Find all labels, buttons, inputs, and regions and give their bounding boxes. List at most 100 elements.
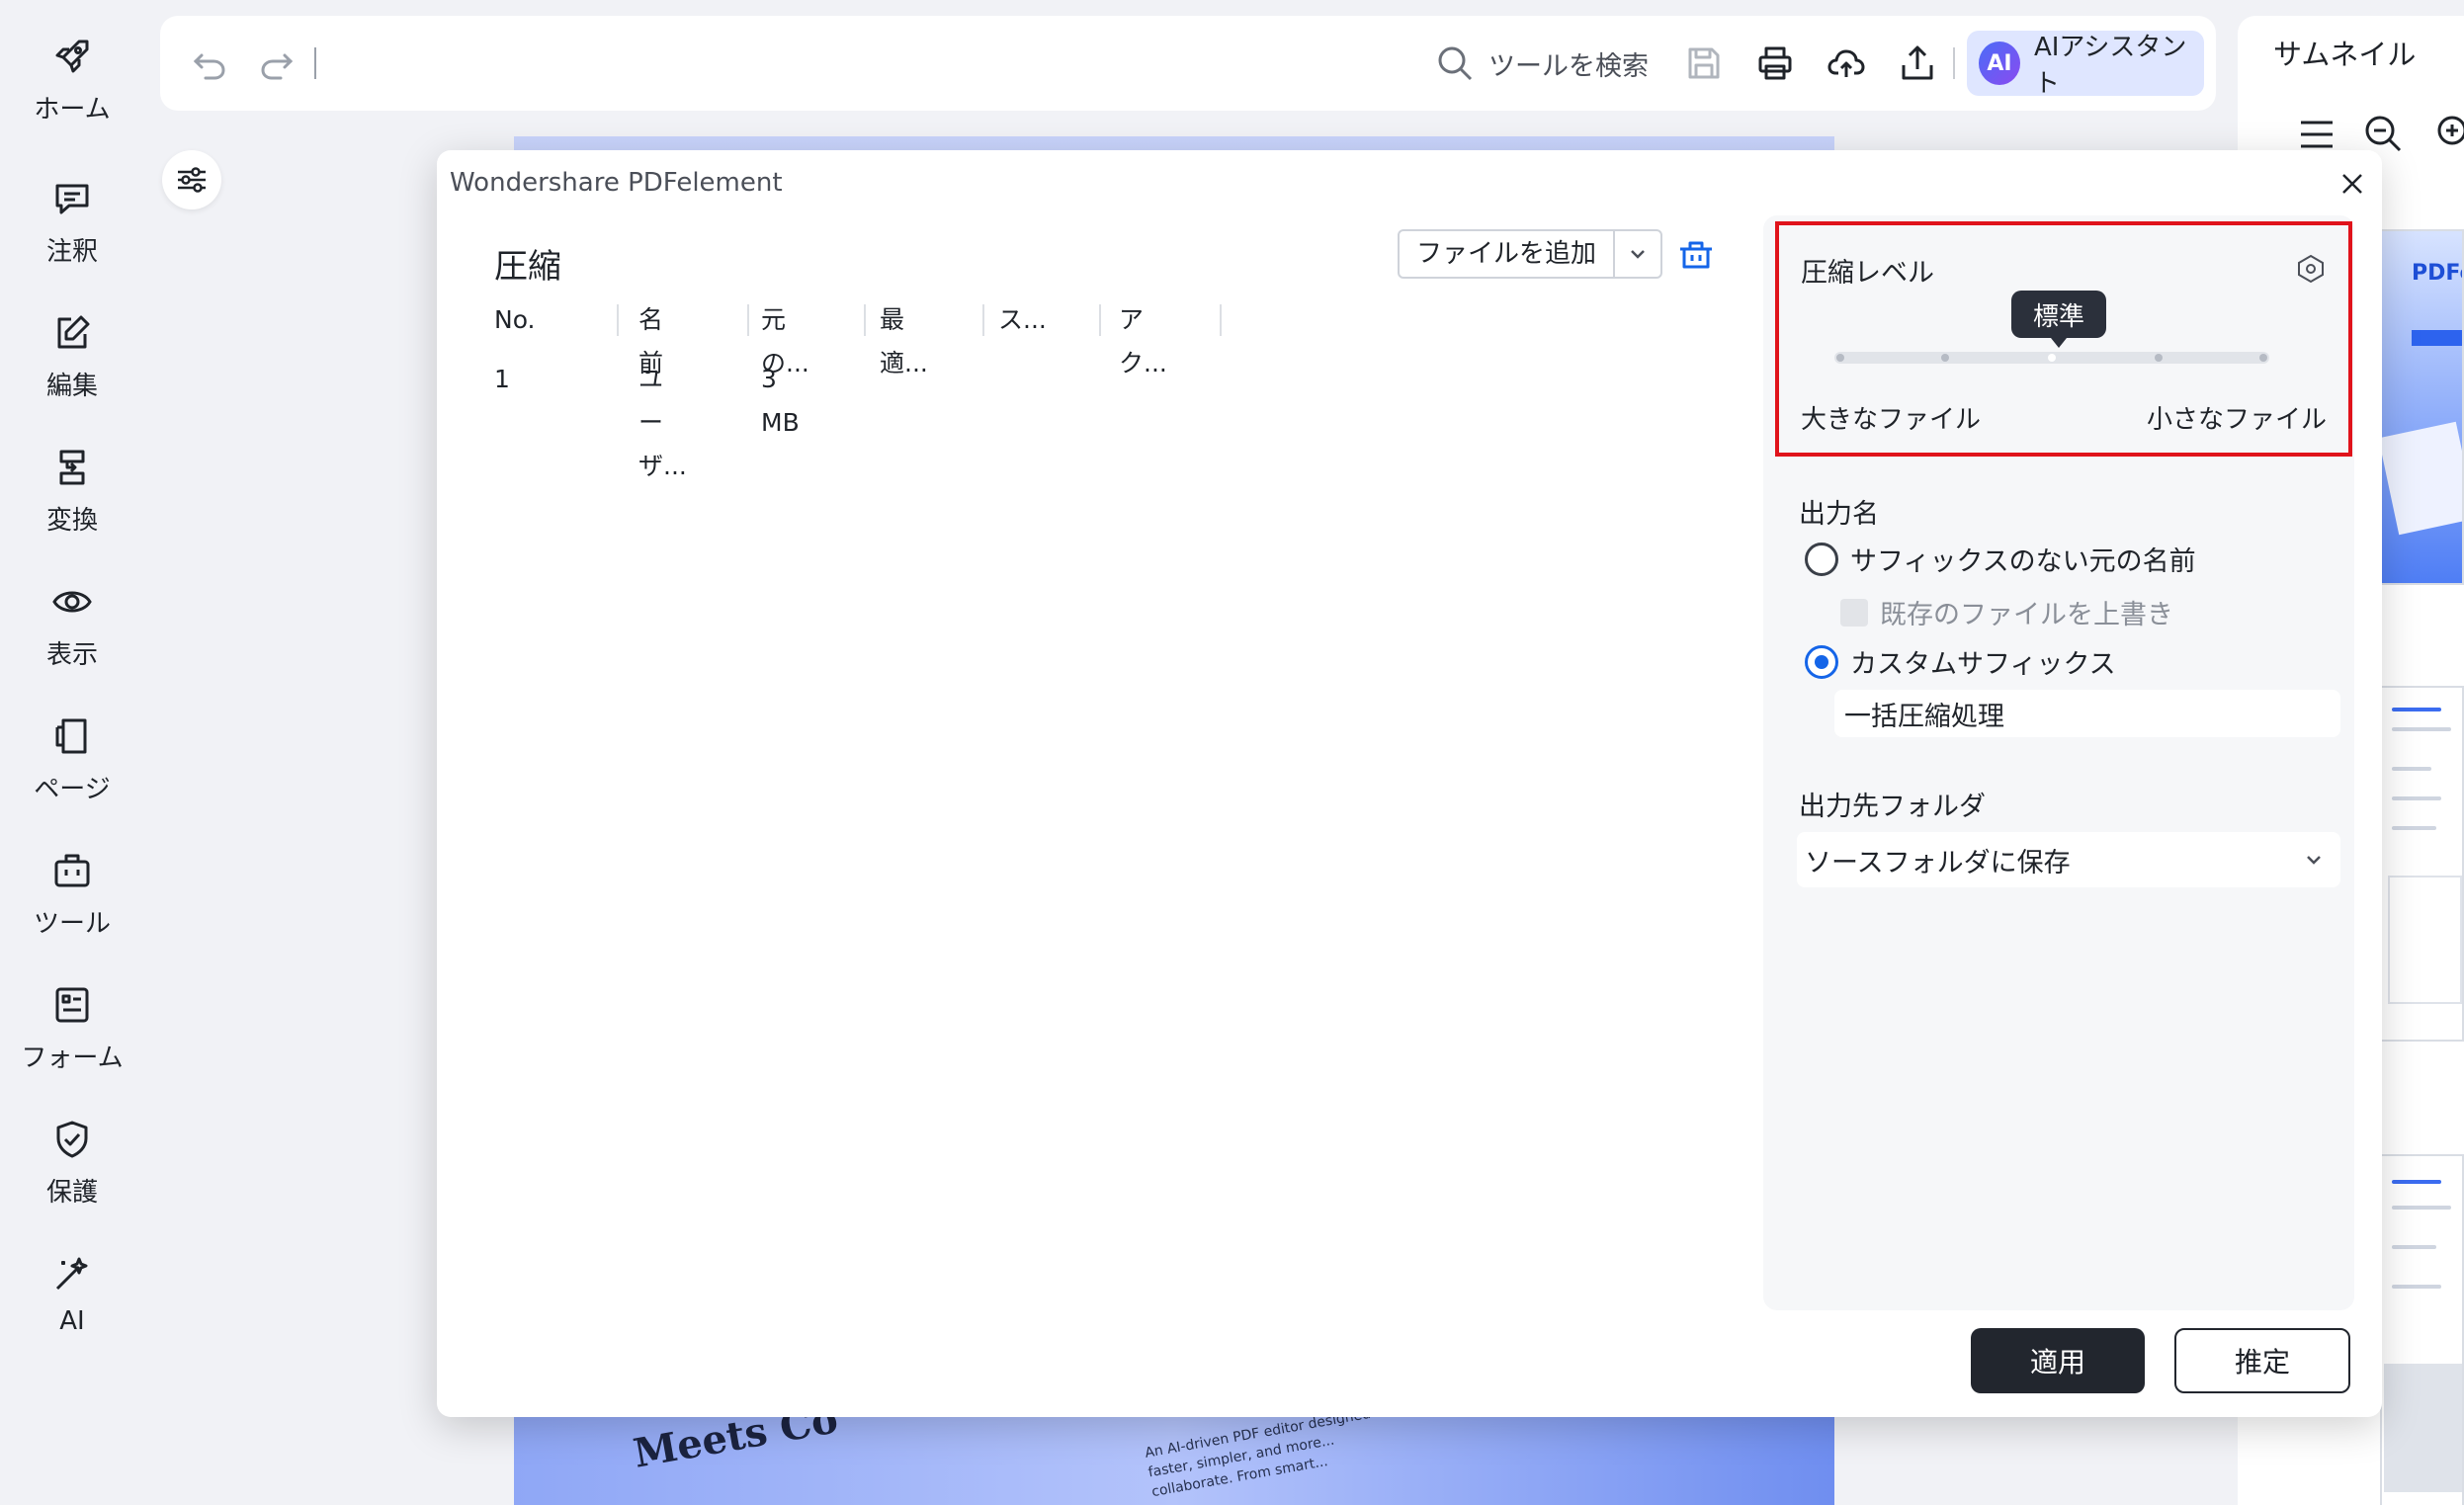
zoom-in-icon[interactable] xyxy=(2431,113,2464,154)
nav-label: 注釈 xyxy=(45,237,98,267)
toolbar-divider xyxy=(314,47,316,79)
radio-label: カスタムサフィックス xyxy=(1850,649,2116,680)
undo-icon xyxy=(193,53,225,80)
cell-original-size: 3 MB xyxy=(761,365,800,437)
nav-tools[interactable]: ツール xyxy=(0,850,144,968)
menu-icon[interactable] xyxy=(2297,115,2337,154)
radio-button-selected[interactable] xyxy=(1805,644,1838,679)
share-icon xyxy=(1902,45,1933,80)
filter-settings-button[interactable] xyxy=(162,150,221,209)
add-file-label: ファイルを追加 xyxy=(1400,231,1615,277)
nav-label: フォーム xyxy=(21,1044,124,1073)
compression-level-section: 圧縮レベル 標準 大きなファイル 小さなファイル xyxy=(1775,221,2352,457)
nav-edit[interactable]: 編集 xyxy=(0,312,144,431)
cell-name: ユーザ... xyxy=(638,365,687,480)
ai-assistant-label: AIアシスタント xyxy=(2033,33,2187,99)
column-header[interactable]: 最適... xyxy=(880,298,928,377)
nav-label: 保護 xyxy=(45,1178,98,1208)
shield-icon xyxy=(56,1121,88,1158)
nav-ai[interactable]: AI xyxy=(0,1253,144,1372)
column-header[interactable]: 名前 xyxy=(638,298,663,377)
large-file-label: 大きなファイル xyxy=(1801,405,1982,435)
small-file-label: 小さなファイル xyxy=(2146,405,2327,435)
redo-button[interactable] xyxy=(249,36,304,91)
add-file-button[interactable]: ファイルを追加 xyxy=(1398,229,1662,279)
edit-icon xyxy=(57,315,90,349)
close-icon[interactable] xyxy=(2337,168,2368,200)
slider-tick[interactable] xyxy=(2155,354,2163,362)
radio-button[interactable] xyxy=(1805,542,1838,576)
thumb-text: PDFe xyxy=(2412,261,2462,286)
nav-label: 編集 xyxy=(45,372,98,401)
print-button[interactable] xyxy=(1747,36,1803,91)
nav-convert[interactable]: 変換 xyxy=(0,447,144,565)
chevron-down-icon xyxy=(1631,250,1645,259)
nav-form[interactable]: フォーム xyxy=(0,984,144,1103)
radio-custom-suffix[interactable]: カスタムサフィックス xyxy=(1805,642,2116,681)
output-name-title: 出力名 xyxy=(1799,499,1879,530)
add-file-dropdown[interactable] xyxy=(1615,244,1660,264)
nav-view[interactable]: 表示 xyxy=(0,581,144,700)
destination-value: ソースフォルダに保存 xyxy=(1805,847,2071,878)
destination-title: 出力先フォルダ xyxy=(1799,792,1986,822)
compression-level-title: 圧縮レベル xyxy=(1801,258,1934,289)
magic-wand-icon xyxy=(55,1257,88,1291)
dialog-heading: 圧縮 xyxy=(494,247,561,287)
tool-search[interactable]: ツールを検索 xyxy=(1435,40,1649,87)
slider-tick[interactable] xyxy=(1836,354,1844,362)
nav-home[interactable]: ホーム xyxy=(0,36,144,154)
column-header[interactable]: No. xyxy=(494,298,536,342)
slider-thumb[interactable] xyxy=(2048,354,2056,362)
column-header[interactable]: アク... xyxy=(1119,298,1167,377)
rocket-icon xyxy=(55,40,89,73)
thumb-card xyxy=(2384,1364,2462,1492)
nav-label: 変換 xyxy=(45,506,98,536)
slider-tick[interactable] xyxy=(1941,354,1949,362)
suffix-input[interactable] xyxy=(1834,690,2340,737)
document-page-bottom: Meets Co An AI-driven PDF editor designe… xyxy=(514,1403,1834,1505)
nav-label: ツール xyxy=(33,909,111,939)
dialog-window-title: Wondershare PDFelement xyxy=(450,168,783,198)
share-button[interactable] xyxy=(1890,36,1945,91)
save-icon xyxy=(1688,47,1720,79)
save-button[interactable] xyxy=(1676,36,1732,91)
undo-button[interactable] xyxy=(182,36,237,91)
cloud-upload-icon xyxy=(1827,49,1865,77)
apply-button[interactable]: 適用 xyxy=(1971,1328,2145,1393)
compression-slider[interactable] xyxy=(1834,352,2269,364)
column-header[interactable]: 元の... xyxy=(761,298,809,377)
nav-pages[interactable]: ページ xyxy=(0,715,144,834)
overwrite-label: 既存のファイルを上書き xyxy=(1880,600,2173,630)
eye-icon xyxy=(52,591,92,613)
page-thumbnail[interactable]: PDFe xyxy=(2380,229,2464,585)
top-toolbar: ツールを検索 AI AIアシスタント xyxy=(160,16,2216,111)
page-thumbnail[interactable] xyxy=(2380,686,2464,1042)
clear-list-icon[interactable] xyxy=(1676,233,1716,273)
radio-original-name[interactable]: サフィックスのない元の名前 xyxy=(1805,540,2196,578)
slider-tick[interactable] xyxy=(2259,354,2267,362)
overwrite-checkbox[interactable] xyxy=(1840,598,1868,627)
nav-label: ページ xyxy=(34,775,111,804)
column-header[interactable]: ス... xyxy=(998,298,1047,342)
settings-hex-icon[interactable] xyxy=(2295,253,2327,285)
thumb-card xyxy=(2382,421,2462,536)
thumb-bar xyxy=(2412,330,2462,346)
sliders-icon xyxy=(178,167,206,193)
comment-icon xyxy=(55,184,89,214)
nav-protect[interactable]: 保護 xyxy=(0,1119,144,1237)
convert-icon xyxy=(59,450,85,485)
pages-icon xyxy=(55,718,87,754)
radio-label: サフィックスのない元の名前 xyxy=(1850,546,2196,577)
cell-no: 1 xyxy=(494,365,510,393)
overwrite-checkbox-row[interactable]: 既存のファイルを上書き xyxy=(1840,593,2173,631)
cloud-upload-button[interactable] xyxy=(1819,36,1874,91)
nav-annotate[interactable]: 注釈 xyxy=(0,178,144,296)
ai-assistant-button[interactable]: AI AIアシスタント xyxy=(1967,31,2204,99)
zoom-out-icon[interactable] xyxy=(2362,113,2404,154)
nav-label: 表示 xyxy=(45,640,98,670)
page-thumbnail[interactable] xyxy=(2380,1154,2464,1505)
estimate-button[interactable]: 推定 xyxy=(2174,1328,2350,1393)
toolbar-divider xyxy=(1953,47,1955,79)
level-tooltip: 標準 xyxy=(2011,291,2106,348)
destination-select[interactable]: ソースフォルダに保存 xyxy=(1797,832,2340,887)
